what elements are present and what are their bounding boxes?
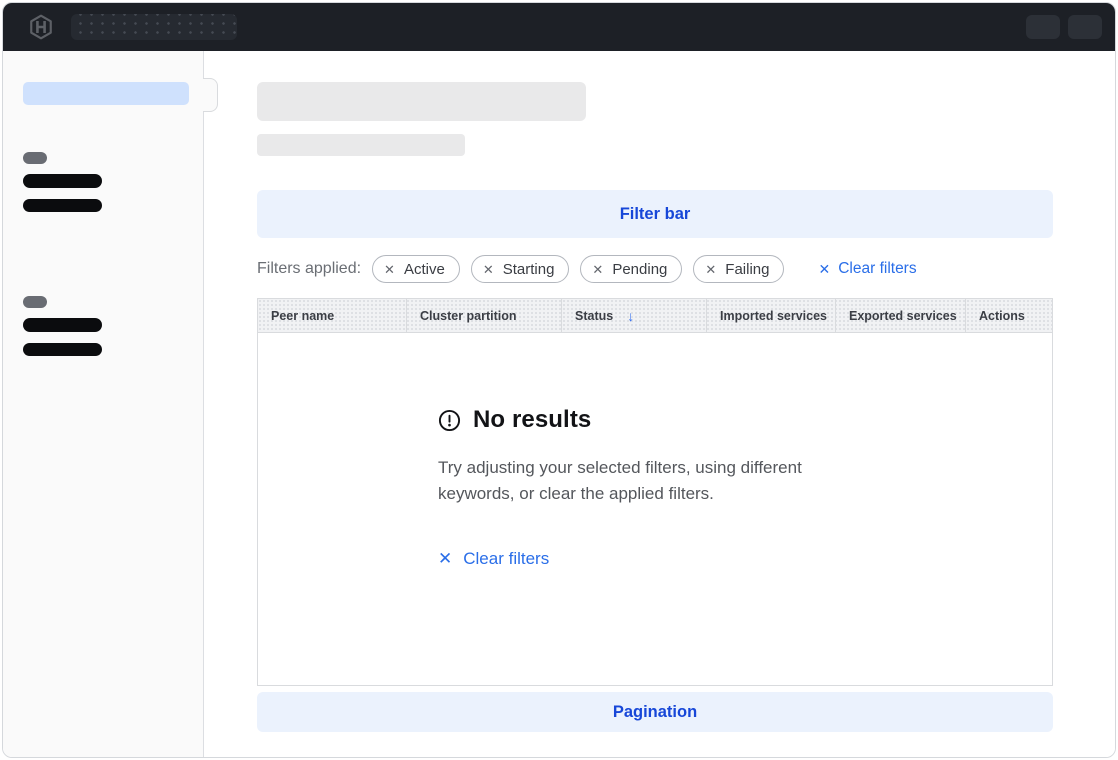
clear-filters-link[interactable]: ✕ Clear filters (818, 260, 916, 278)
pagination-label: Pagination (613, 703, 697, 722)
column-header-actions: Actions (966, 299, 1052, 332)
remove-filter-icon[interactable]: ✕ (384, 263, 395, 276)
column-header-imported-services[interactable]: Imported services (707, 299, 836, 332)
filter-bar-label: Filter bar (620, 205, 691, 224)
clear-filters-label: Clear filters (838, 260, 916, 278)
sidebar-item-skeleton[interactable] (23, 174, 102, 188)
sidebar-group-label-skeleton (23, 152, 47, 164)
filter-chip-label: Active (404, 262, 445, 277)
sidebar-item-skeleton[interactable] (23, 199, 102, 212)
table-header-row: Peer name Cluster partition Status ↓ Imp… (258, 299, 1052, 333)
sort-descending-icon[interactable]: ↓ (627, 308, 634, 324)
close-icon: ✕ (818, 261, 830, 278)
empty-state-title: No results (473, 406, 591, 434)
page-subtitle-skeleton (257, 134, 465, 156)
main-content: Filter bar Filters applied: ✕ Active ✕ S… (204, 51, 1115, 757)
filter-bar-placeholder: Filter bar (257, 190, 1053, 238)
sidebar (3, 51, 204, 757)
topbar-search-skeleton[interactable] (71, 14, 237, 40)
empty-state-clear-filters-link[interactable]: ✕ Clear filters (438, 549, 549, 569)
sidebar-group-label-skeleton (23, 296, 47, 308)
empty-state: No results Try adjusting your selected f… (438, 406, 868, 569)
page-title-skeleton (257, 82, 586, 121)
close-icon: ✕ (438, 549, 452, 569)
filter-chip-label: Failing (725, 262, 769, 277)
app-window: Filter bar Filters applied: ✕ Active ✕ S… (2, 2, 1116, 758)
pagination-placeholder: Pagination (257, 692, 1053, 732)
column-header-peer-name[interactable]: Peer name (258, 299, 407, 332)
sidebar-item-skeleton[interactable] (23, 318, 102, 332)
empty-state-clear-filters-label: Clear filters (463, 549, 549, 569)
peers-table: Peer name Cluster partition Status ↓ Imp… (257, 298, 1053, 686)
column-header-cluster-partition[interactable]: Cluster partition (407, 299, 562, 332)
filter-chip-starting[interactable]: ✕ Starting (471, 255, 570, 283)
remove-filter-icon[interactable]: ✕ (483, 263, 494, 276)
sidebar-item-active-skeleton[interactable] (23, 82, 189, 105)
remove-filter-icon[interactable]: ✕ (705, 263, 716, 276)
filter-chip-label: Starting (503, 262, 555, 277)
remove-filter-icon[interactable]: ✕ (592, 263, 603, 276)
table-body: No results Try adjusting your selected f… (258, 333, 1052, 685)
topbar-action-skeleton-1[interactable] (1026, 15, 1060, 39)
sidebar-item-skeleton[interactable] (23, 343, 102, 356)
applied-filters-row: Filters applied: ✕ Active ✕ Starting ✕ P… (257, 255, 1115, 283)
topbar-action-skeleton-2[interactable] (1068, 15, 1102, 39)
column-header-exported-services[interactable]: Exported services (836, 299, 966, 332)
hashicorp-logo-icon[interactable] (28, 14, 54, 40)
filter-chip-pending[interactable]: ✕ Pending (580, 255, 682, 283)
sidebar-drawer-handle[interactable] (203, 78, 218, 112)
filter-chip-label: Pending (612, 262, 667, 277)
topbar (3, 3, 1115, 51)
column-header-status[interactable]: Status ↓ (562, 299, 707, 332)
alert-circle-icon (438, 409, 461, 432)
filter-chip-failing[interactable]: ✕ Failing (693, 255, 784, 283)
filters-applied-label: Filters applied: (257, 260, 361, 278)
filter-chip-active[interactable]: ✕ Active (372, 255, 460, 283)
empty-state-description: Try adjusting your selected filters, usi… (438, 455, 858, 507)
